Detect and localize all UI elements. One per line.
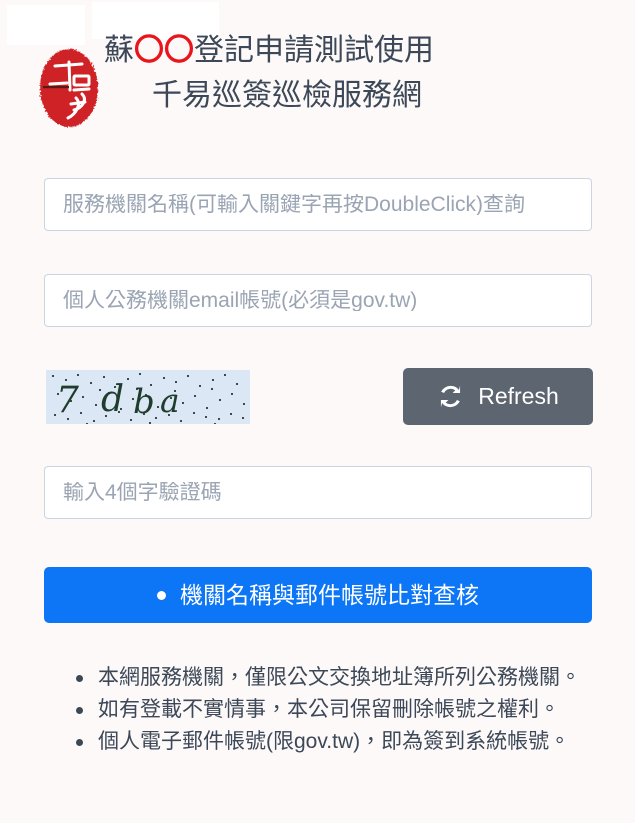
verify-submit-label: 機關名稱與郵件帳號比對查核 [180,581,479,608]
svg-text:7: 7 [56,380,79,421]
page-header: 蘇〇〇登記申請測試使用 千易巡簽巡檢服務網 [0,28,635,143]
header-title-block: 蘇〇〇登記申請測試使用 千易巡簽巡檢服務網 [100,28,600,118]
verify-submit-button[interactable]: 機關名稱與郵件帳號比對查核 [44,567,592,623]
refresh-captcha-button[interactable]: Refresh [403,368,593,425]
list-item: 如有登載不實情事，本公司保留刪除帳號之權利。 [76,694,635,726]
organization-name-placeholder: 服務機關名稱(可輸入關鍵字再按DoubleClick)查詢 [63,194,526,215]
svg-text:d: d [101,379,124,420]
captcha-image[interactable]: 7 d b a [46,370,250,424]
bullet-dot-icon [157,590,166,600]
login-page: 蘇〇〇登記申請測試使用 千易巡簽巡檢服務網 服務機關名稱(可輸入關鍵字再按Dou… [0,0,635,823]
organization-name-input[interactable]: 服務機關名稱(可輸入關鍵字再按DoubleClick)查詢 [44,178,592,231]
email-placeholder: 個人公務機關email帳號(必須是gov.tw) [63,290,418,311]
notes-list: 本網服務機關，僅限公文交換地址簿所列公務機關。 如有登載不實情事，本公司保留刪除… [0,662,635,758]
page-title-line-1: 蘇〇〇登記申請測試使用 [100,28,600,73]
captcha-code-input[interactable]: 輸入4個字驗證碼 [44,466,592,519]
list-item: 本網服務機關，僅限公文交換地址簿所列公務機關。 [76,662,635,694]
refresh-button-label: Refresh [478,383,559,409]
email-input[interactable]: 個人公務機關email帳號(必須是gov.tw) [44,274,592,327]
captcha-code-placeholder: 輸入4個字驗證碼 [63,482,222,503]
redacted-circles-mark: 〇〇 [134,34,194,67]
list-item: 個人電子郵件帳號(限gov.tw)，即為簽到系統帳號。 [76,726,635,758]
refresh-sync-icon [441,385,461,408]
svg-text:a: a [160,381,180,420]
page-title-suffix: 登記申請測試使用 [194,34,434,67]
svg-text:b: b [133,382,155,422]
page-title-prefix: 蘇 [104,34,134,67]
page-title-line-2: 千易巡簽巡檢服務網 [152,79,422,112]
red-oval-seal-stamp-icon [30,38,108,138]
